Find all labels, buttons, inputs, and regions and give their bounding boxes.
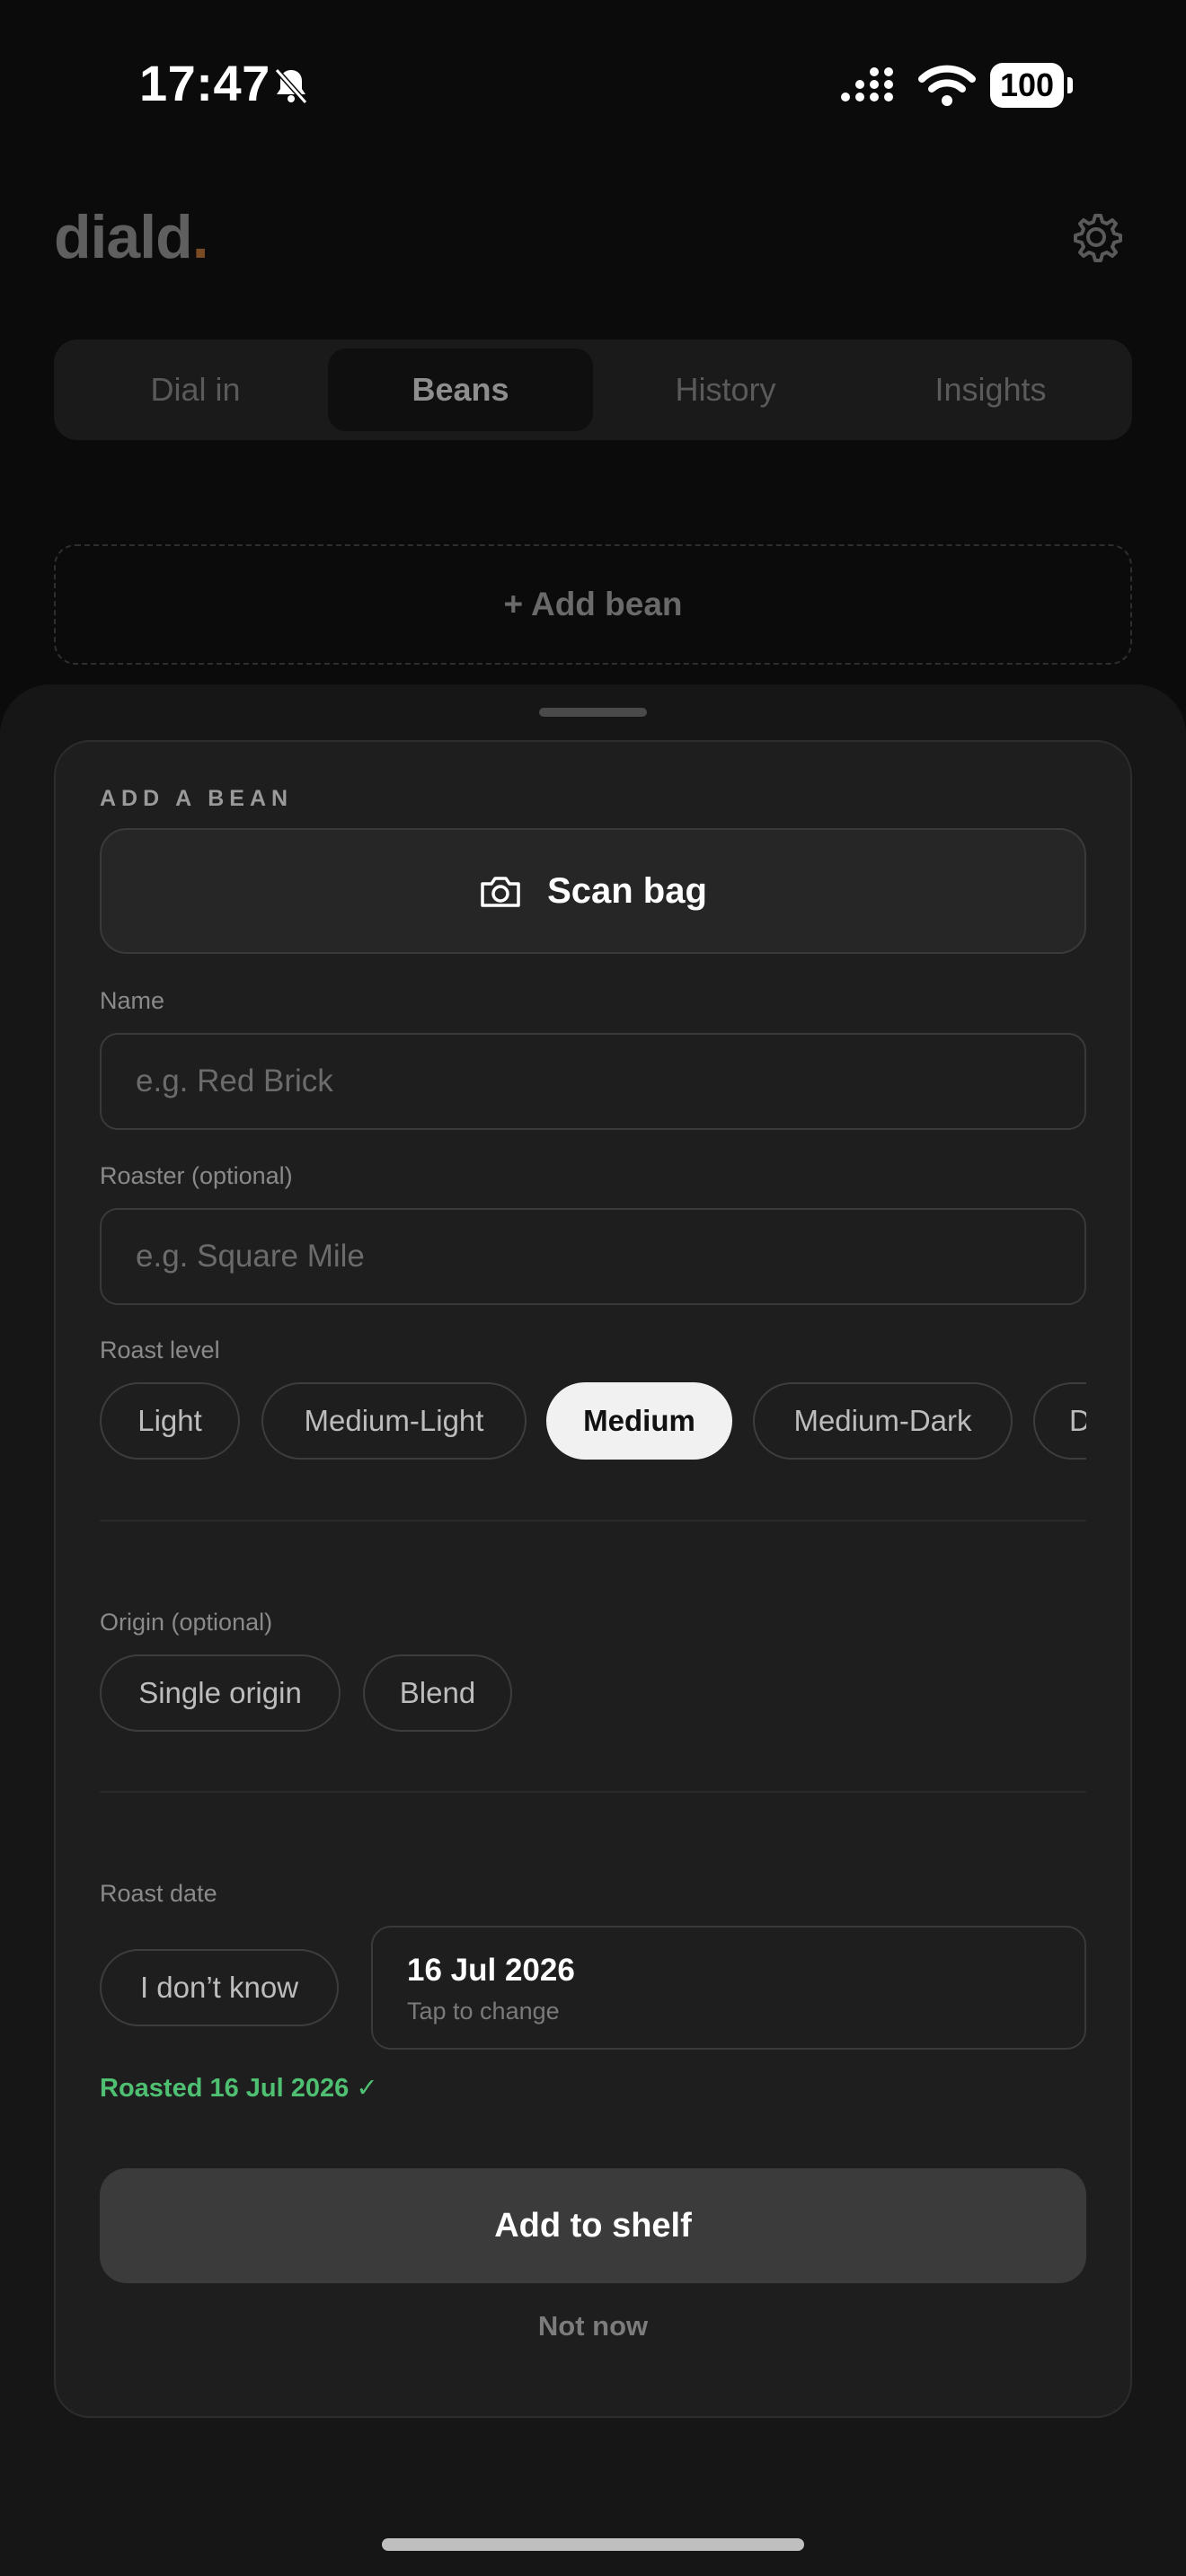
- camera-icon: [481, 877, 520, 907]
- home-indicator[interactable]: [382, 2538, 804, 2551]
- tab-bar: Dial in Beans History Insights: [54, 340, 1132, 440]
- add-to-shelf-button[interactable]: Add to shelf: [100, 2168, 1086, 2283]
- divider: [100, 1791, 1086, 1793]
- origin-chip-blend[interactable]: Blend: [363, 1654, 512, 1732]
- tab-insights[interactable]: Insights: [858, 348, 1123, 431]
- name-input[interactable]: [100, 1033, 1086, 1130]
- roast-date-label: Roast date: [100, 1880, 217, 1907]
- roast-date-unknown-chip[interactable]: I don’t know: [100, 1949, 339, 2026]
- roast-chip-light[interactable]: Light: [100, 1382, 240, 1460]
- roast-date-confirmation: Roasted 16 Jul 2026 ✓: [100, 2074, 378, 2103]
- roast-chip-medium-dark[interactable]: Medium-Dark: [753, 1382, 1013, 1460]
- roast-level-chips: Light Medium-Light Medium Medium-Dark Da…: [100, 1382, 1086, 1463]
- origin-chips: Single origin Blend: [100, 1654, 1086, 1735]
- roast-date-picker[interactable]: 16 Jul 2026 Tap to change: [371, 1926, 1086, 2050]
- scan-bag-button[interactable]: Scan bag: [100, 828, 1086, 954]
- name-label: Name: [100, 987, 165, 1014]
- battery-nub: [1067, 77, 1073, 93]
- divider: [100, 1520, 1086, 1522]
- roast-date-value: 16 Jul 2026: [407, 1953, 575, 1988]
- tab-history[interactable]: History: [593, 348, 858, 431]
- add-bean-button[interactable]: + Add bean: [54, 544, 1132, 665]
- roast-chip-medium[interactable]: Medium: [546, 1382, 732, 1460]
- gear-icon[interactable]: [1069, 210, 1123, 264]
- roast-level-label: Roast level: [100, 1337, 220, 1363]
- tab-beans[interactable]: Beans: [328, 348, 593, 431]
- roast-date-unknown-wrap: I don’t know: [100, 1949, 342, 2030]
- roaster-input[interactable]: [100, 1208, 1086, 1305]
- add-bean-form-card: [54, 740, 1132, 2418]
- roast-chip-dark[interactable]: Dark: [1033, 1382, 1086, 1460]
- battery-indicator: 100: [990, 63, 1064, 108]
- bell-muted-icon: [274, 68, 308, 104]
- origin-chip-single[interactable]: Single origin: [100, 1654, 341, 1732]
- cellular-signal-icon: [841, 67, 893, 101]
- roaster-label: Roaster (optional): [100, 1162, 293, 1189]
- form-section-title: ADD A BEAN: [100, 786, 294, 811]
- roast-chip-medium-light[interactable]: Medium-Light: [261, 1382, 527, 1460]
- wifi-icon: [918, 65, 976, 106]
- status-time: 17:47: [139, 55, 270, 111]
- not-now-button[interactable]: Not now: [100, 2310, 1086, 2342]
- origin-label: Origin (optional): [100, 1609, 273, 1636]
- roast-date-hint: Tap to change: [407, 1998, 560, 2025]
- app-logo: diald.: [54, 203, 209, 271]
- tab-dial-in[interactable]: Dial in: [63, 348, 328, 431]
- sheet-grabber[interactable]: [539, 708, 647, 717]
- scan-bag-label: Scan bag: [547, 870, 707, 911]
